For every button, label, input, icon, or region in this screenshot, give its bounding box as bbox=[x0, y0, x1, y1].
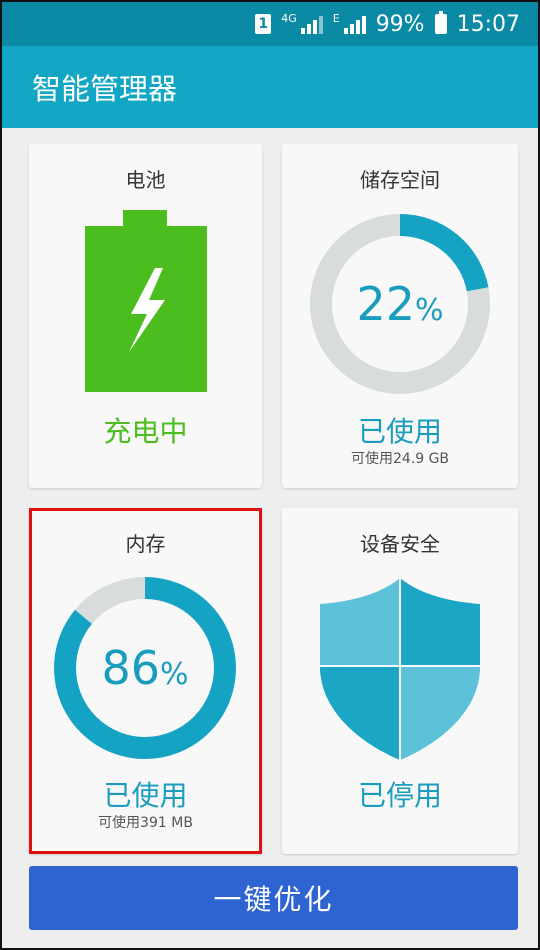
memory-card[interactable]: 内存 86% 已使用 可使用391 MB bbox=[29, 508, 262, 854]
memory-available-label: 可使用391 MB bbox=[98, 815, 193, 831]
storage-available-label: 可使用24.9 GB bbox=[350, 451, 450, 467]
battery-charging-icon bbox=[85, 210, 207, 392]
battery-status-icon bbox=[434, 11, 447, 34]
storage-ring-chart: 22% bbox=[310, 214, 490, 394]
storage-percent-value: 22 bbox=[356, 277, 415, 331]
security-status-label: 已停用 bbox=[357, 779, 442, 812]
security-card[interactable]: 设备安全 已停用 bbox=[282, 508, 518, 854]
app-title: 智能管理器 bbox=[32, 72, 178, 106]
battery-card-title: 电池 bbox=[125, 168, 166, 192]
app-bar: 智能管理器 bbox=[2, 46, 538, 128]
storage-used-label: 已使用 bbox=[357, 415, 442, 448]
battery-percent: 99% bbox=[375, 11, 425, 37]
signal-bars-icon bbox=[299, 14, 323, 34]
svg-text:22%: 22% bbox=[356, 277, 443, 331]
storage-percent-sign: % bbox=[415, 293, 444, 328]
sim-icon: 1 bbox=[255, 14, 272, 34]
battery-status-label: 充电中 bbox=[103, 415, 188, 448]
network-e-label: E bbox=[332, 11, 340, 25]
one-click-optimize-button[interactable]: 一键优化 bbox=[29, 866, 518, 930]
memory-percent-value: 86 bbox=[101, 641, 160, 695]
battery-card[interactable]: 电池 充电中 bbox=[29, 144, 262, 488]
memory-card-title: 内存 bbox=[125, 532, 166, 556]
svg-text:86%: 86% bbox=[101, 641, 188, 695]
shield-icon bbox=[320, 578, 480, 760]
phone-screen: 1 4G E 99% 15:07 智能管理器 电池 充电中 储存空间 22% 已… bbox=[0, 0, 540, 950]
memory-percent-sign: % bbox=[160, 657, 189, 692]
clock: 15:07 bbox=[456, 11, 520, 37]
memory-used-label: 已使用 bbox=[103, 779, 188, 812]
storage-card-title: 储存空间 bbox=[360, 168, 440, 192]
security-card-title: 设备安全 bbox=[360, 532, 440, 556]
memory-ring-chart: 86% bbox=[54, 577, 236, 759]
storage-card[interactable]: 储存空间 22% 已使用 可使用24.9 GB bbox=[282, 144, 518, 488]
network-4g-label: 4G bbox=[281, 11, 297, 25]
signal-4g-icon: 4G bbox=[281, 11, 323, 34]
status-bar: 1 4G E 99% 15:07 bbox=[2, 2, 538, 46]
signal-bars-2-icon bbox=[342, 14, 366, 34]
signal-e-icon: E bbox=[332, 11, 366, 34]
